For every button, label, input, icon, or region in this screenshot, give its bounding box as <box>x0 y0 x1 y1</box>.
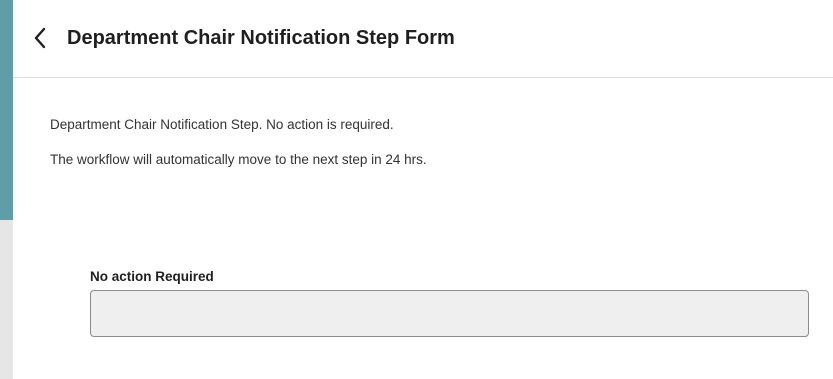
description-line-2: The workflow will automatically move to … <box>50 152 427 167</box>
form-panel: Department Chair Notification Step Form … <box>13 0 833 379</box>
description-line-1: Department Chair Notification Step. No a… <box>50 117 394 132</box>
no-action-label: No action Required <box>90 269 214 284</box>
no-action-input[interactable] <box>90 290 809 337</box>
page-title: Department Chair Notification Step Form <box>67 27 455 49</box>
back-button[interactable] <box>29 25 51 51</box>
chevron-left-icon <box>34 27 46 49</box>
form-header: Department Chair Notification Step Form <box>13 0 833 78</box>
